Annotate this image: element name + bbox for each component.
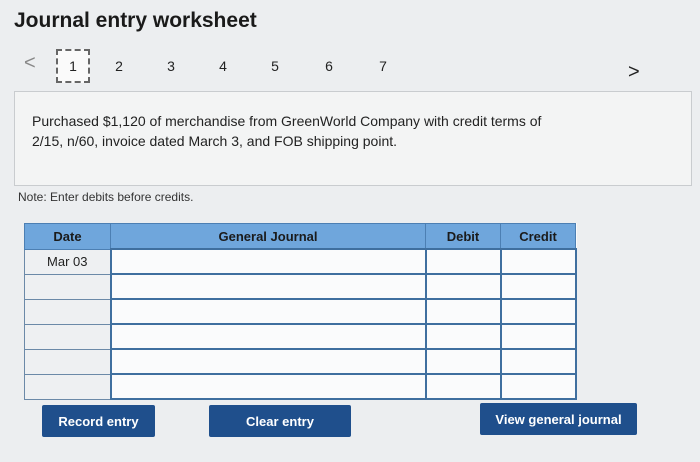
page-title: Journal entry worksheet: [14, 9, 257, 32]
debit-column-header: Debit: [425, 223, 501, 250]
clear-entry-button[interactable]: Clear entry: [209, 405, 351, 437]
journal-entry-table: Date General Journal Debit Credit Mar 03: [24, 223, 577, 400]
debit-cell[interactable]: [424, 273, 502, 300]
date-cell[interactable]: Mar 03: [24, 248, 111, 275]
account-cell[interactable]: [109, 298, 427, 325]
credit-cell[interactable]: [499, 248, 577, 275]
date-cell[interactable]: [24, 273, 111, 300]
record-entry-button[interactable]: Record entry: [42, 405, 155, 437]
date-cell[interactable]: [24, 298, 111, 325]
general-journal-column-header: General Journal: [110, 223, 426, 250]
table-row: [24, 373, 577, 400]
account-cell[interactable]: [109, 348, 427, 375]
credit-cell[interactable]: [499, 273, 577, 300]
transaction-description: Purchased $1,120 of merchandise from Gre…: [32, 113, 542, 149]
chevron-right-icon[interactable]: >: [628, 61, 640, 84]
page-4-button[interactable]: 4: [206, 49, 240, 83]
instruction-note: Note: Enter debits before credits.: [18, 190, 194, 204]
credit-column-header: Credit: [500, 223, 576, 250]
view-general-journal-button[interactable]: View general journal: [480, 403, 637, 435]
account-cell[interactable]: [109, 248, 427, 275]
page-2-button[interactable]: 2: [102, 49, 136, 83]
date-cell[interactable]: [24, 373, 111, 400]
debit-cell[interactable]: [424, 348, 502, 375]
credit-cell[interactable]: [499, 298, 577, 325]
debit-cell[interactable]: [424, 323, 502, 350]
page-3-button[interactable]: 3: [154, 49, 188, 83]
credit-cell[interactable]: [499, 323, 577, 350]
account-cell[interactable]: [109, 373, 427, 400]
transaction-description-box: Purchased $1,120 of merchandise from Gre…: [14, 91, 692, 186]
credit-cell[interactable]: [499, 348, 577, 375]
account-cell[interactable]: [109, 323, 427, 350]
debit-cell[interactable]: [424, 373, 502, 400]
date-column-header: Date: [24, 223, 111, 250]
table-row: [24, 348, 577, 375]
chevron-left-icon[interactable]: <: [24, 52, 36, 75]
table-row: [24, 273, 577, 300]
debit-cell[interactable]: [424, 248, 502, 275]
table-row: [24, 323, 577, 350]
debit-cell[interactable]: [424, 298, 502, 325]
credit-cell[interactable]: [499, 373, 577, 400]
table-row: [24, 298, 577, 325]
page-7-button[interactable]: 7: [366, 49, 400, 83]
date-cell[interactable]: [24, 348, 111, 375]
page-1-button[interactable]: 1: [56, 49, 90, 83]
page-6-button[interactable]: 6: [312, 49, 346, 83]
page-5-button[interactable]: 5: [258, 49, 292, 83]
table-row: Mar 03: [24, 248, 577, 275]
date-cell[interactable]: [24, 323, 111, 350]
table-header-row: Date General Journal Debit Credit: [24, 223, 576, 250]
account-cell[interactable]: [109, 273, 427, 300]
